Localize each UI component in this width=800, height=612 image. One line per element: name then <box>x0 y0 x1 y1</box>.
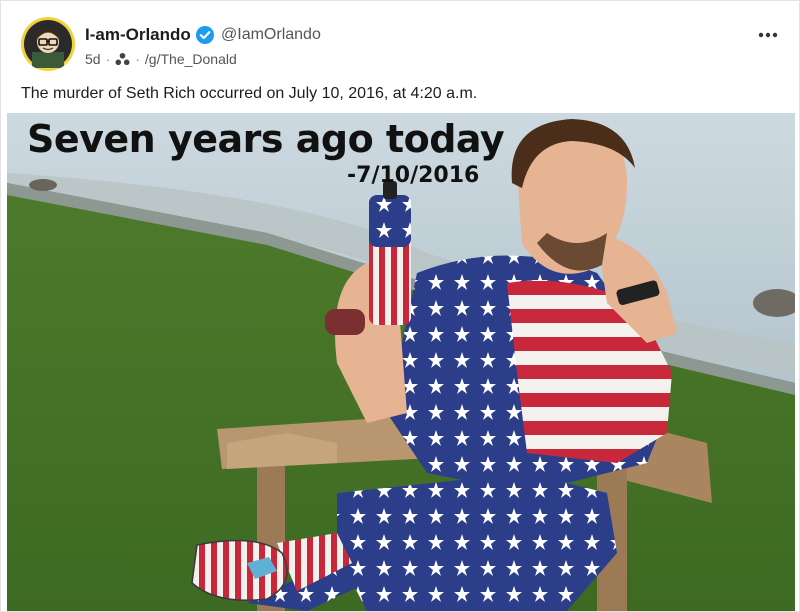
user-handle[interactable]: @IamOrlando <box>221 26 321 44</box>
meta-separator: · <box>135 51 140 67</box>
more-options-icon <box>758 32 778 38</box>
image-overlay-title: Seven years ago today <box>27 117 505 161</box>
post-meta: 5d · · /g/The_Donald <box>85 51 237 67</box>
post-body-text: The murder of Seth Rich occurred on July… <box>21 85 478 102</box>
more-options-button[interactable] <box>753 21 783 49</box>
display-name[interactable]: I-am-Orlando <box>85 25 191 45</box>
post-age[interactable]: 5d <box>85 51 101 67</box>
community-link[interactable]: /g/The_Donald <box>145 51 237 67</box>
community-icon <box>115 52 130 65</box>
avatar-cartoon-icon <box>24 20 72 68</box>
image-overlay-date: -7/10/2016 <box>347 163 480 188</box>
post-image[interactable]: Seven years ago today -7/10/2016 <box>7 113 795 611</box>
meta-separator: · <box>105 51 111 67</box>
verified-badge-icon <box>196 26 214 44</box>
post-card: I-am-Orlando @IamOrlando 5d · · /g/The_D… <box>0 0 800 612</box>
user-avatar[interactable] <box>21 17 75 71</box>
